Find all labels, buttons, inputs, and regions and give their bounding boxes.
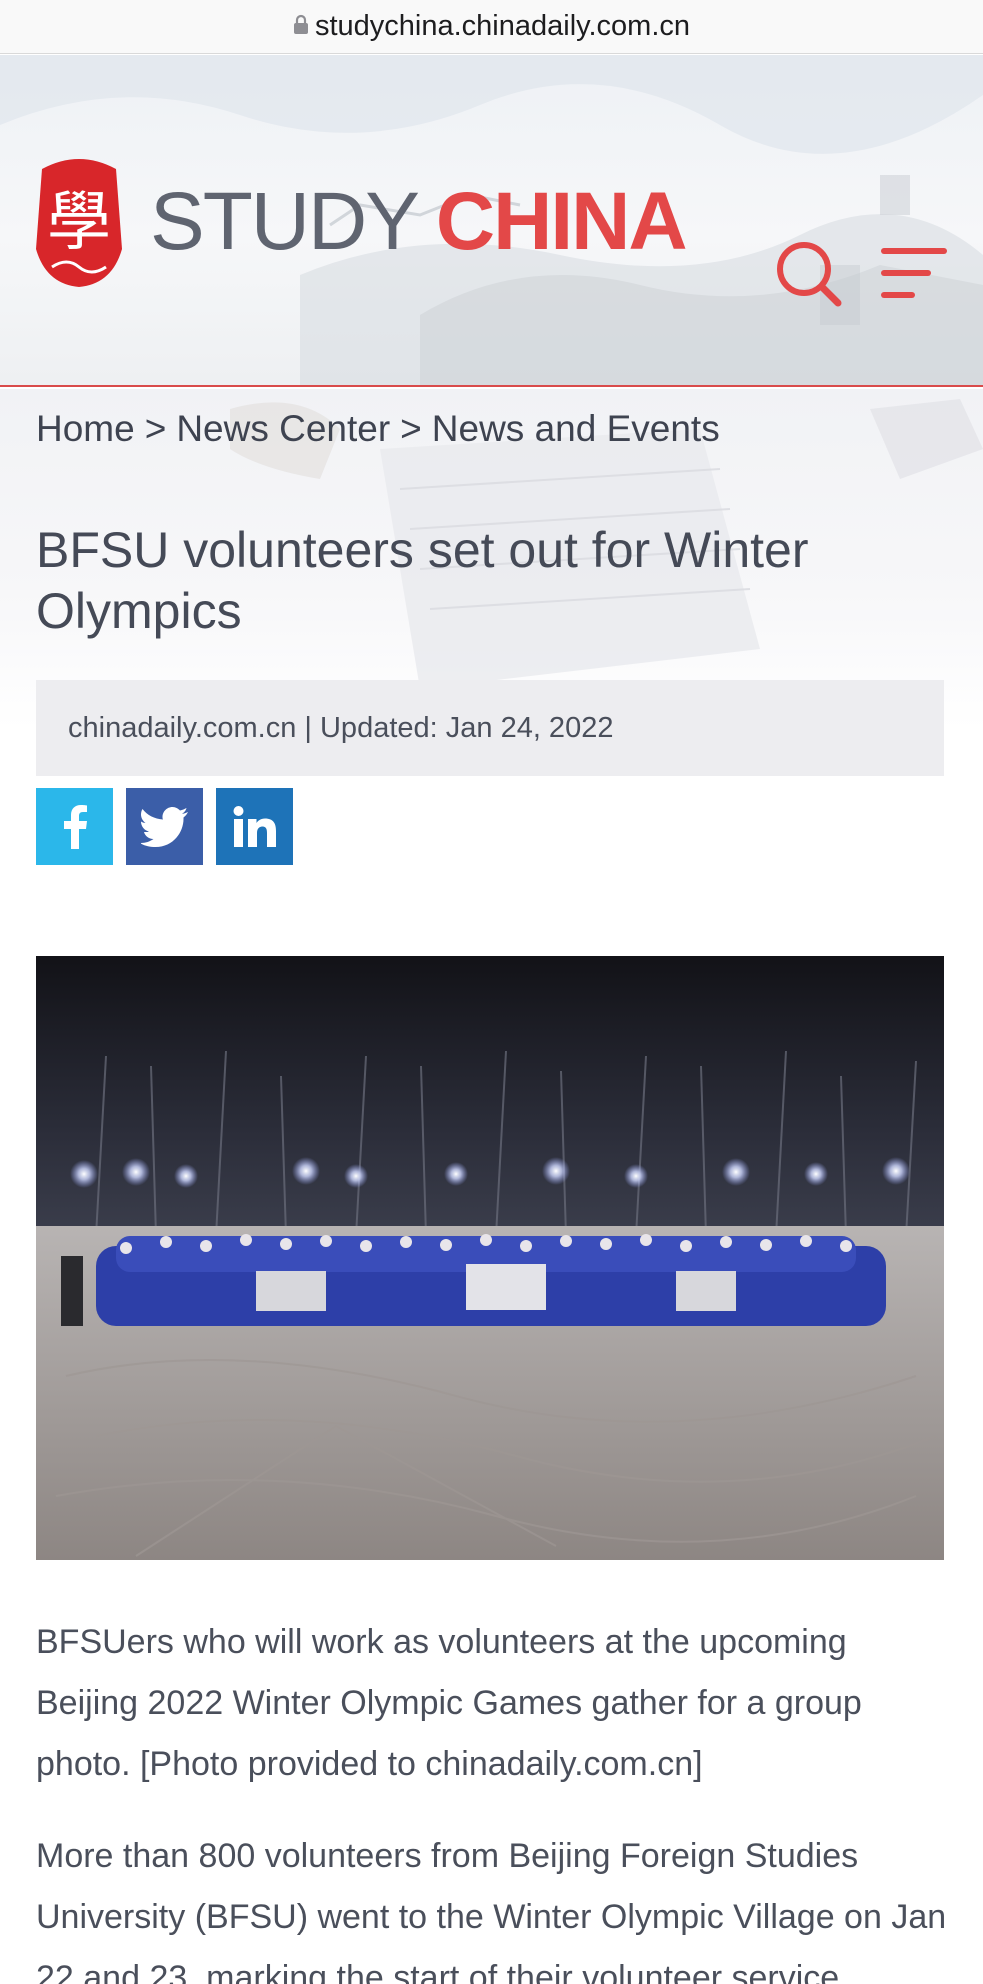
facebook-icon: [63, 804, 87, 849]
study-china-seal-logo: 學: [36, 159, 122, 287]
menu-icon[interactable]: [878, 239, 950, 309]
breadcrumb: Home > News Center > News and Events: [36, 408, 720, 450]
svg-text:學: 學: [47, 186, 111, 260]
photo-caption: BFSUers who will work as volunteers at t…: [36, 1623, 862, 1783]
article-paragraph: More than 800 volunteers from Beijing Fo…: [36, 1837, 947, 1984]
breadcrumb-separator: >: [400, 408, 422, 449]
share-bar: [36, 788, 293, 865]
brand-china-text: CHINA: [435, 176, 688, 267]
brand-study-text: STUDY: [150, 176, 420, 267]
site-brand[interactable]: STUDY CHINA: [150, 175, 688, 269]
twitter-icon: [140, 806, 188, 847]
linkedin-icon: [233, 805, 276, 847]
share-twitter-button[interactable]: [126, 788, 203, 865]
site-header: 學 STUDY CHINA: [0, 55, 983, 387]
share-facebook-button[interactable]: [36, 788, 113, 865]
breadcrumb-home[interactable]: Home: [36, 408, 135, 449]
article-source-date: chinadaily.com.cn | Updated: Jan 24, 202…: [68, 711, 614, 744]
breadcrumb-news-center[interactable]: News Center: [176, 408, 390, 449]
url-text: studychina.chinadaily.com.cn: [314, 10, 691, 42]
breadcrumb-news-and-events[interactable]: News and Events: [432, 408, 720, 449]
article-photo[interactable]: [36, 956, 944, 1560]
breadcrumb-separator: >: [144, 408, 167, 449]
article-meta: chinadaily.com.cn | Updated: Jan 24, 202…: [36, 680, 944, 776]
search-icon[interactable]: [774, 239, 844, 309]
article-title: BFSU volunteers set out for Winter Olymp…: [36, 522, 809, 639]
browser-url-bar[interactable]: studychina.chinadaily.com.cn: [0, 0, 983, 54]
share-linkedin-button[interactable]: [216, 788, 293, 865]
lock-icon: [293, 14, 308, 34]
